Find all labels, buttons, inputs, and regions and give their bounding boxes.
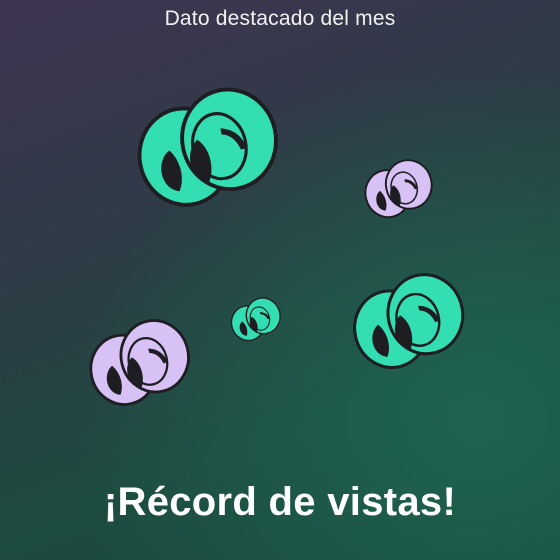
googly-eyes-illustration (80, 78, 474, 413)
googly-eyes-medium-lavender-icon (80, 311, 199, 413)
googly-eyes-tiny-teal-icon (225, 293, 286, 346)
googly-eyes-medium-teal-icon (343, 265, 474, 377)
googly-eyes-large-teal-icon (126, 78, 289, 216)
googly-eyes-small-lavender-icon (358, 154, 439, 223)
highlight-card: Dato destacado del mes ¡Récord de vistas… (0, 0, 560, 560)
headline-title: ¡Récord de vistas! (103, 480, 457, 524)
